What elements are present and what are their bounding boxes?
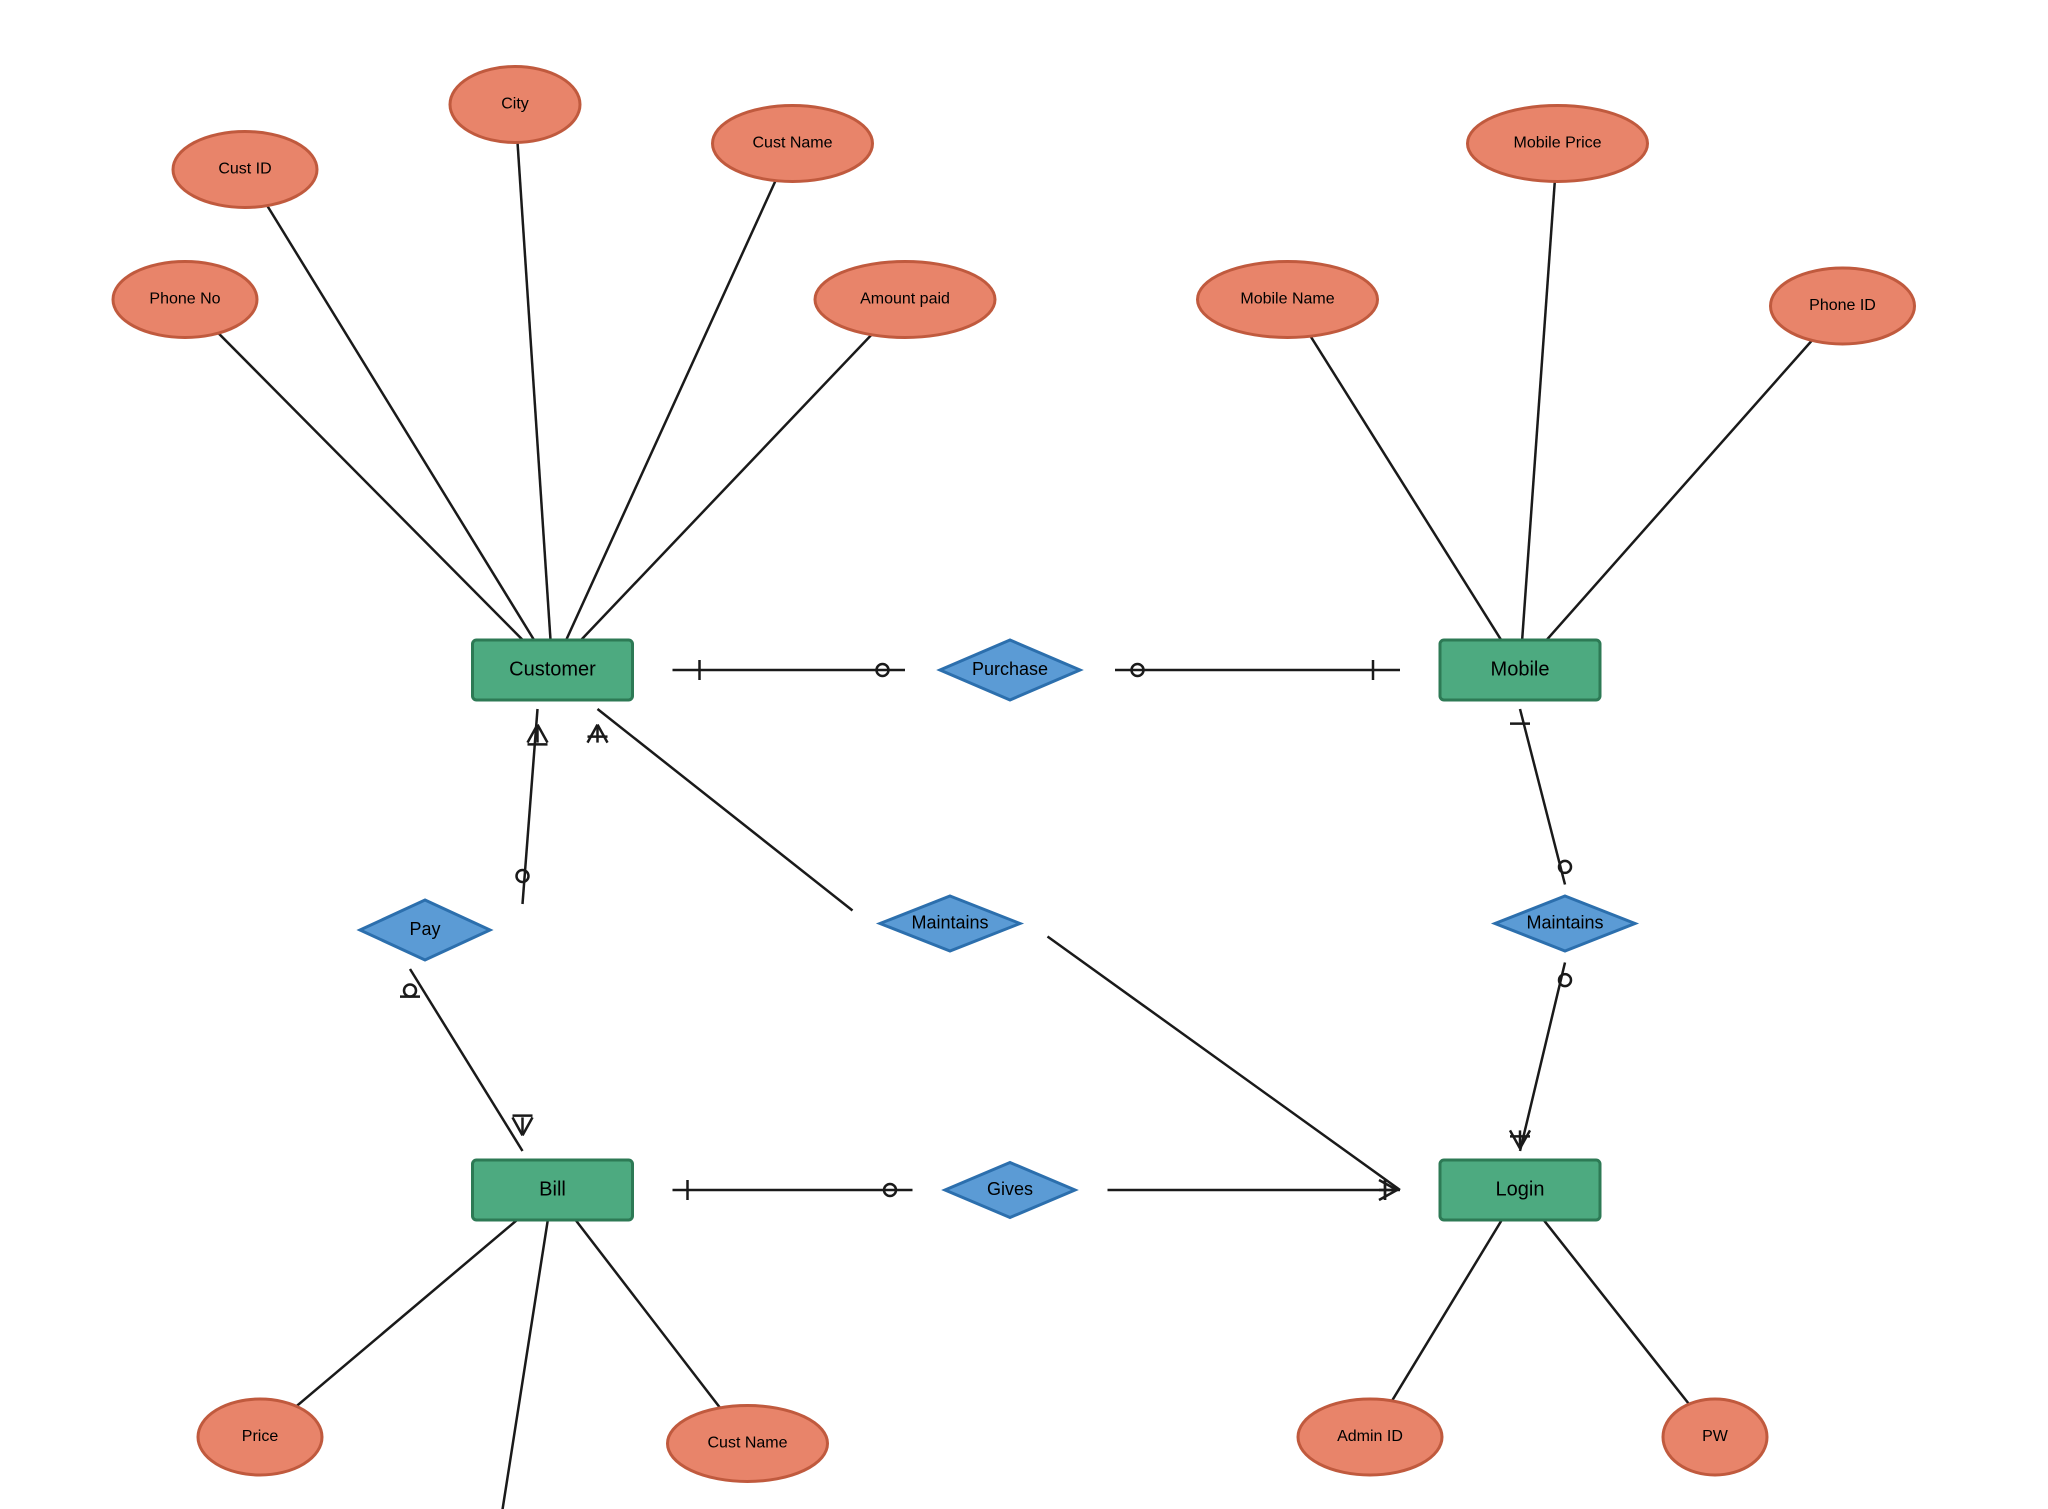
svg-text:Cust Name: Cust Name [752,135,832,152]
svg-text:Mobile Name: Mobile Name [1240,291,1334,308]
svg-text:Maintains: Maintains [911,912,988,932]
svg-text:PW: PW [1702,1428,1729,1445]
svg-text:Mobile Price: Mobile Price [1513,135,1601,152]
svg-text:Login: Login [1496,1178,1545,1200]
svg-text:Admin ID: Admin ID [1337,1428,1403,1445]
svg-text:Cust Name: Cust Name [707,1435,787,1452]
svg-text:Purchase: Purchase [972,659,1048,679]
svg-text:Gives: Gives [987,1179,1033,1199]
svg-text:Phone No: Phone No [149,291,220,308]
svg-text:Pay: Pay [409,919,440,939]
svg-text:City: City [501,96,529,113]
svg-text:Customer: Customer [509,658,596,680]
svg-text:Amount paid: Amount paid [860,291,950,308]
svg-text:Bill: Bill [539,1178,566,1200]
svg-text:Mobile: Mobile [1491,658,1550,680]
diagram-svg: Customer Mobile Bill Login Purchase Pay Mainta… [0,0,2048,1509]
svg-text:Cust ID: Cust ID [218,161,271,178]
er-diagram: Customer Mobile Bill Login Purchase Pay Mainta… [0,0,2048,1509]
svg-text:Price: Price [242,1428,279,1445]
svg-text:Phone ID: Phone ID [1809,297,1876,314]
svg-text:Maintains: Maintains [1526,912,1603,932]
